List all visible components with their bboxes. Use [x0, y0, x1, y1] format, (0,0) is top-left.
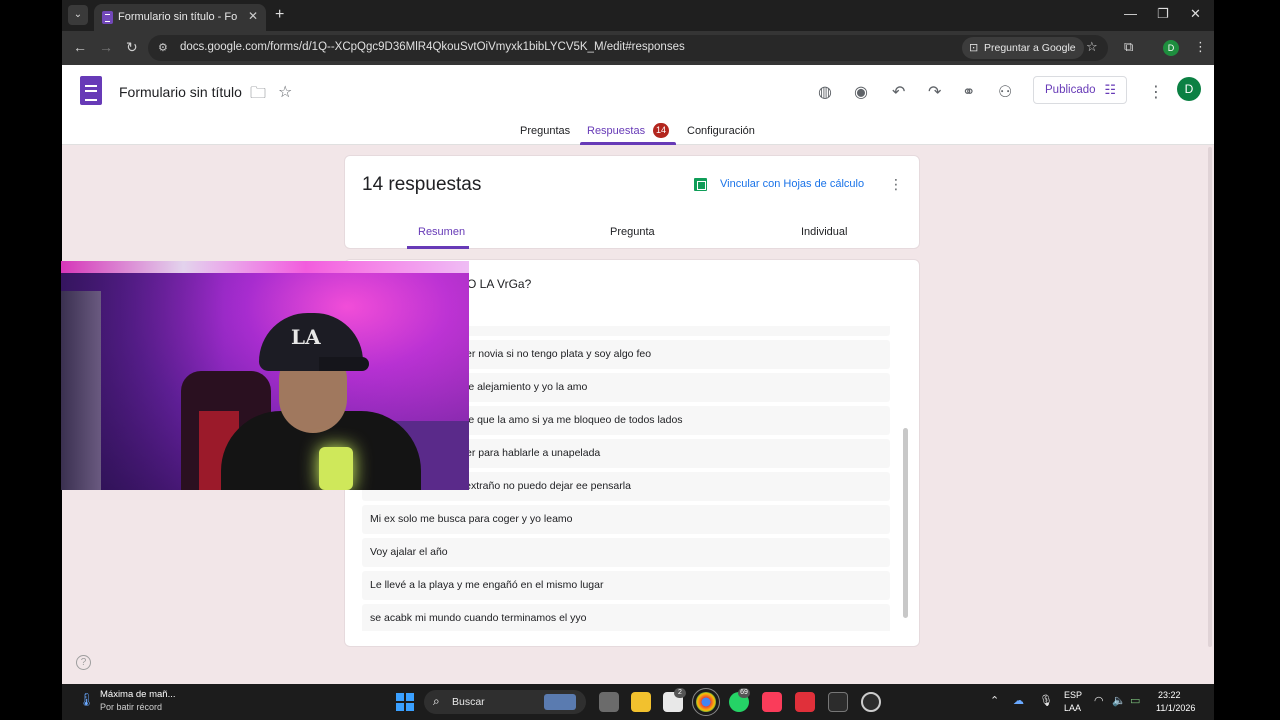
search-label: Buscar: [452, 696, 485, 708]
cap-logo-icon: LA: [291, 325, 321, 349]
subtab-resumen[interactable]: Resumen: [418, 226, 465, 238]
responses-count-badge: 14: [653, 123, 669, 138]
subtab-individual[interactable]: Individual: [801, 226, 847, 238]
published-button[interactable]: Publicado ☷: [1033, 76, 1127, 104]
reload-icon[interactable]: ↻: [126, 39, 138, 56]
clock-time[interactable]: 23:22: [1158, 690, 1181, 700]
file-explorer-icon[interactable]: [631, 692, 651, 712]
ask-google-button[interactable]: Preguntar a Google: [962, 37, 1084, 59]
minimize-icon[interactable]: —: [1124, 6, 1137, 21]
help-icon[interactable]: ?: [76, 655, 91, 670]
tab-preguntas[interactable]: Preguntas: [520, 125, 570, 137]
taskbar-search[interactable]: ⌕ Buscar: [424, 690, 586, 714]
url-text[interactable]: docs.google.com/forms/d/1Q--XCpQgc9D36Ml…: [180, 41, 685, 53]
link-to-sheets-button[interactable]: Vincular con Hojas de cálculo: [720, 178, 864, 190]
responses-count-heading: 14 respuestas: [362, 174, 482, 195]
active-tab-indicator: [580, 142, 676, 145]
published-label: Publicado: [1045, 84, 1096, 96]
weather-icon[interactable]: 🌡: [78, 692, 95, 710]
webcam-overlay: LA: [61, 261, 469, 490]
page-scrollbar[interactable]: [1208, 147, 1212, 647]
led-strip: [61, 261, 469, 273]
form-title[interactable]: Formulario sin título: [119, 84, 242, 100]
new-tab-icon[interactable]: +: [275, 6, 284, 24]
language-bottom[interactable]: LAA: [1064, 703, 1081, 713]
subtab-indicator: [407, 246, 469, 249]
settings-sliders-icon: ☷: [1104, 82, 1116, 97]
tray-overflow-icon[interactable]: ⌃: [990, 694, 999, 707]
redo-icon[interactable]: ↷: [928, 82, 941, 102]
question-title: O LA VrGa?: [467, 277, 532, 291]
palette-icon[interactable]: ◍: [818, 82, 832, 102]
forward-icon[interactable]: →: [99, 39, 113, 55]
answers-scrollbar[interactable]: [903, 428, 908, 618]
app-icon[interactable]: [861, 692, 881, 712]
search-icon: ⌕: [433, 694, 440, 708]
onedrive-icon[interactable]: ☁: [1013, 694, 1024, 707]
google-forms-logo-icon[interactable]: [80, 76, 102, 105]
site-info-icon[interactable]: ⚙: [158, 41, 168, 54]
close-tab-icon[interactable]: ✕: [248, 9, 258, 23]
language-top[interactable]: ESP: [1064, 690, 1082, 700]
list-item: Mi ex solo me busca para coger y yo leam…: [362, 505, 890, 534]
browser-menu-icon[interactable]: ⋮: [1194, 39, 1207, 55]
obs-icon[interactable]: [828, 692, 848, 712]
restore-icon[interactable]: ❐: [1157, 6, 1169, 22]
close-window-icon[interactable]: ✕: [1190, 6, 1201, 22]
forms-favicon-icon: [102, 11, 113, 24]
tab-configuracion[interactable]: Configuración: [687, 125, 755, 137]
list-item: Voy ajalar el año: [362, 538, 890, 567]
music-icon[interactable]: [762, 692, 782, 712]
chrome-icon[interactable]: [692, 688, 720, 716]
store-badge: 2: [674, 688, 686, 698]
recorder-icon[interactable]: [795, 692, 815, 712]
link-icon[interactable]: ⚭: [962, 82, 975, 102]
clock-date[interactable]: 11/1/2026: [1156, 703, 1195, 713]
back-icon[interactable]: ←: [73, 39, 87, 55]
tab-search-icon[interactable]: ⌄: [68, 5, 88, 25]
subtab-pregunta[interactable]: Pregunta: [610, 226, 655, 238]
wifi-icon[interactable]: ◠: [1094, 694, 1104, 707]
whatsapp-badge: 69: [738, 688, 750, 698]
volume-icon[interactable]: 🔈: [1112, 694, 1126, 707]
battery-icon[interactable]: ▭: [1130, 694, 1140, 707]
weather-title[interactable]: Máxima de mañ...: [100, 689, 176, 700]
tab-forms[interactable]: Formulario sin título - Formular ✕: [94, 4, 266, 31]
more-options-icon[interactable]: ⋮: [1148, 82, 1164, 102]
tab-respuestas[interactable]: Respuestas: [587, 125, 645, 137]
bookmark-star-icon[interactable]: ☆: [1086, 39, 1098, 55]
list-item: Le llevé a la playa y me engañó en el mi…: [362, 571, 890, 600]
list-item: se acabk mi mundo cuando terminamos el y…: [362, 604, 890, 631]
tab-bar: ⌄ Formulario sin título - Formular ✕ + —…: [62, 0, 1214, 31]
browser-toolbar: ← → ↻ ⚙ docs.google.com/forms/d/1Q--XCpQ…: [62, 31, 1214, 65]
extensions-icon[interactable]: ⧉: [1124, 39, 1133, 55]
search-highlight-icon: [544, 694, 576, 710]
browser-profile-avatar[interactable]: D: [1163, 40, 1179, 56]
add-collaborator-icon[interactable]: ⚇: [998, 82, 1012, 102]
responses-summary-card: 14 respuestas Vincular con Hojas de cálc…: [344, 155, 920, 249]
fridge: [61, 291, 101, 490]
undo-icon[interactable]: ↶: [892, 82, 905, 102]
sheets-icon[interactable]: [694, 178, 707, 191]
folder-icon[interactable]: 🗀: [250, 82, 266, 109]
tab-title: Formulario sin título - Formular: [118, 11, 238, 23]
mic-tray-icon[interactable]: 🎙: [1039, 694, 1053, 707]
star-icon[interactable]: ☆: [278, 82, 292, 102]
microphone: [319, 447, 353, 490]
screen: ⌄ Formulario sin título - Formular ✕ + —…: [0, 0, 1280, 720]
preview-eye-icon[interactable]: ◉: [854, 82, 868, 102]
start-button[interactable]: [396, 693, 414, 711]
responses-more-icon[interactable]: ⋮: [889, 176, 903, 193]
forms-header: Formulario sin título 🗀 ☆ ◍ ◉ ↶ ↷ ⚭ ⚇ Pu…: [62, 65, 1214, 145]
task-view-icon[interactable]: [599, 692, 619, 712]
account-avatar[interactable]: D: [1177, 77, 1201, 101]
weather-subtitle[interactable]: Por batir récord: [100, 702, 162, 712]
taskbar: 🌡 Máxima de mañ... Por batir récord ⌕ Bu…: [62, 684, 1214, 720]
